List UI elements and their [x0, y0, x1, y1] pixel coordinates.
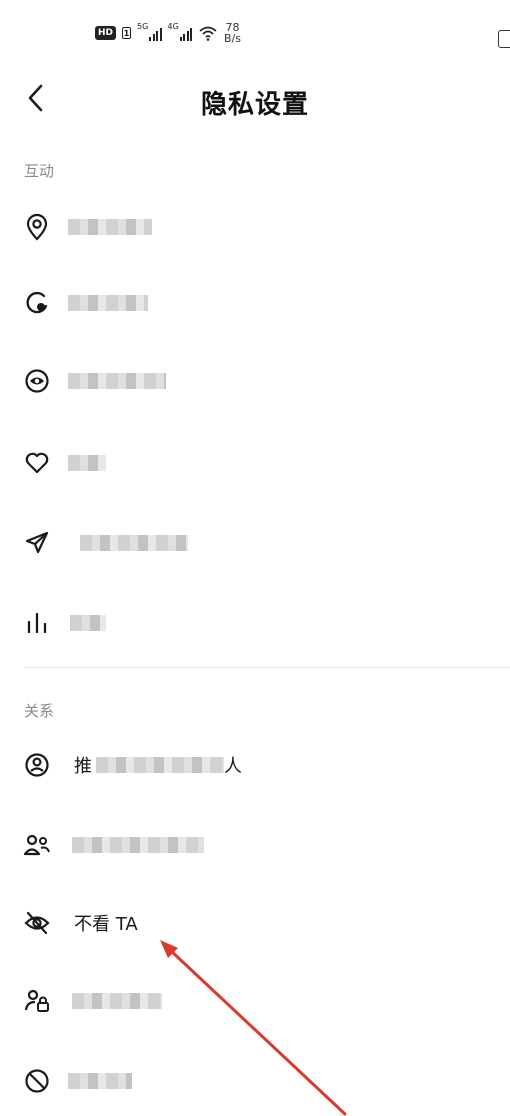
location-pin-icon: [22, 212, 52, 242]
blurred-label: [68, 1073, 132, 1089]
privacy-item-recommend[interactable]: 推 人: [0, 730, 510, 800]
privacy-item-blocked[interactable]: [0, 1046, 510, 1116]
status-bar: HD 1 5G 4G 78 B/s: [0, 0, 510, 56]
privacy-item-3[interactable]: [0, 346, 510, 416]
blurred-label: [68, 455, 106, 471]
item-label-start: 推: [74, 756, 92, 777]
blurred-label: [96, 757, 224, 773]
signal-5g-icon: 5G: [137, 22, 162, 41]
eye-off-icon: [22, 908, 52, 938]
blurred-label: [72, 993, 162, 1009]
user-circle-icon: [22, 750, 52, 780]
wifi-icon: [199, 26, 217, 41]
network-speed: 78 B/s: [224, 21, 241, 45]
block-icon: [22, 1066, 52, 1096]
heart-icon: [22, 448, 52, 478]
hd-badge: HD: [95, 26, 117, 40]
blurred-label: [70, 615, 106, 631]
blurred-label: [68, 219, 152, 235]
user-lock-icon: [22, 986, 52, 1016]
blurred-label: [80, 535, 188, 551]
section-label-interaction: 互动: [24, 162, 55, 180]
privacy-item-friends[interactable]: [0, 810, 510, 880]
bar-chart-icon: [22, 608, 52, 638]
blurred-label: [72, 837, 204, 853]
sim-badge: 1: [122, 27, 132, 39]
users-icon: [22, 830, 52, 860]
blurred-label: [68, 295, 148, 311]
item-label-not-watch: 不看 TA: [74, 914, 138, 935]
battery-icon: [498, 30, 510, 48]
section-label-relationship: 关系: [24, 702, 55, 720]
section-divider: [24, 667, 510, 668]
nav-header: 隐私设置: [0, 66, 510, 130]
send-icon: [22, 528, 52, 558]
blurred-label: [68, 373, 166, 389]
eye-circle-icon: [22, 366, 52, 396]
signal-4g-icon: 4G: [168, 22, 193, 41]
page-title: 隐私设置: [200, 90, 309, 120]
refresh-circle-icon: [22, 288, 52, 318]
status-icons: HD 1 5G 4G 78 B/s: [95, 22, 241, 44]
privacy-item-4[interactable]: [0, 428, 510, 498]
privacy-item-2[interactable]: [0, 268, 510, 338]
privacy-item-not-watch[interactable]: 不看 TA: [0, 888, 510, 958]
privacy-item-restricted[interactable]: [0, 966, 510, 1036]
privacy-item-location[interactable]: [0, 192, 510, 262]
privacy-item-6[interactable]: [0, 588, 510, 658]
privacy-item-5[interactable]: [0, 508, 510, 578]
item-label-end: 人: [224, 756, 242, 777]
